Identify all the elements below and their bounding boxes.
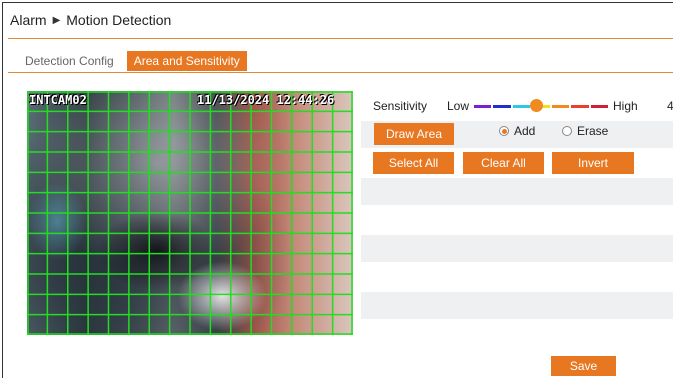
sensitivity-value: 4 xyxy=(667,99,673,113)
row-band xyxy=(361,178,673,205)
radio-erase-indicator[interactable] xyxy=(562,126,572,136)
slider-segment xyxy=(512,105,531,108)
tab-detection-config[interactable]: Detection Config xyxy=(18,51,121,71)
radio-add-indicator[interactable] xyxy=(499,126,509,136)
camera-name-osd: INTCAM02 xyxy=(29,93,87,107)
sensitivity-low-label: Low xyxy=(447,99,470,113)
tab-divider xyxy=(8,72,673,73)
breadcrumb-root[interactable]: Alarm xyxy=(10,12,47,28)
row-band xyxy=(361,235,673,262)
tab-area-and-sensitivity[interactable]: Area and Sensitivity xyxy=(126,51,247,71)
slider-segment xyxy=(493,105,511,108)
slider-segment xyxy=(551,105,570,108)
video-preview[interactable]: INTCAM02 11/13/2024 12:44:26 xyxy=(27,91,353,335)
breadcrumb-current: Motion Detection xyxy=(66,12,172,28)
slider-segment xyxy=(474,105,492,108)
slider-segment xyxy=(590,105,608,108)
sensitivity-high-label: High xyxy=(613,99,638,113)
breadcrumb-separator-icon: ▶ xyxy=(52,14,61,26)
breadcrumb: Alarm ▶ Motion Detection xyxy=(10,12,171,28)
sensitivity-label: Sensitivity xyxy=(373,99,428,113)
radio-erase-label: Erase xyxy=(577,124,609,138)
slider-segment xyxy=(571,105,589,108)
radio-erase[interactable]: Erase xyxy=(562,124,608,138)
slider-knob[interactable] xyxy=(530,99,544,112)
timestamp-osd: 11/13/2024 12:44:26 xyxy=(197,93,335,107)
clear-all-button[interactable]: Clear All xyxy=(463,152,544,174)
tab-bar: Detection Config Area and Sensitivity xyxy=(18,51,247,71)
radio-add-label: Add xyxy=(514,124,536,138)
select-all-button[interactable]: Select All xyxy=(373,152,454,174)
row-band xyxy=(361,292,673,319)
sensitivity-row: Sensitivity Low High 4 xyxy=(373,99,673,113)
draw-area-button[interactable]: Draw Area xyxy=(374,123,454,145)
motion-grid[interactable] xyxy=(27,91,353,335)
radio-add[interactable]: Add xyxy=(499,124,535,138)
invert-button[interactable]: Invert xyxy=(552,152,634,174)
save-button[interactable]: Save xyxy=(551,356,616,376)
breadcrumb-divider xyxy=(8,38,673,39)
sensitivity-slider[interactable] xyxy=(473,99,609,113)
